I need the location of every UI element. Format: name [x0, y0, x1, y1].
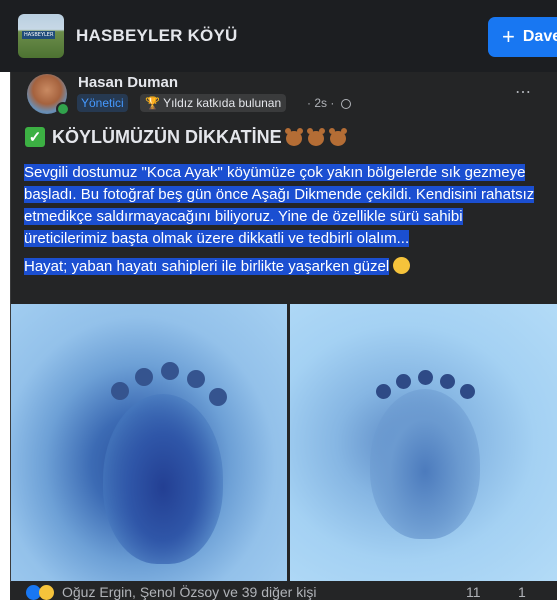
bear-face-icon [306, 127, 326, 147]
group-thumbnail-tag: HASBEYLER [22, 31, 56, 39]
post-paragraph-1: Sevgili dostumuz "Koca Ayak" köyümüze ço… [24, 164, 535, 247]
post-card: Hasan Duman Yönetici 🏆 Yıldız katkıda bu… [10, 72, 557, 600]
bear-face-icon [328, 127, 348, 147]
post-paragraph-2: Hayat; yaban hayatı sahipleri ile birlik… [24, 258, 390, 275]
contributor-badge-label: Yıldız katkıda bulunan [163, 96, 282, 110]
toe-mark [187, 370, 205, 388]
contributor-badge: 🏆 Yıldız katkıda bulunan [140, 94, 287, 112]
more-options-icon[interactable]: ⋯ [515, 82, 531, 102]
toe-mark [161, 362, 179, 380]
reaction-names[interactable]: Oğuz Ergin, Şenol Özsoy ve 39 diğer kişi [62, 584, 316, 600]
wow-reaction-icon [39, 585, 54, 600]
author-name[interactable]: Hasan Duman [78, 74, 178, 91]
toe-mark [418, 370, 433, 385]
post-body: Sevgili dostumuz "Koca Ayak" köyümüze ço… [24, 162, 549, 284]
group-thumbnail[interactable]: HASBEYLER [18, 14, 64, 58]
role-badge: Yönetici [77, 94, 128, 112]
plus-icon: + [502, 24, 515, 49]
toe-mark [460, 384, 475, 399]
footprint-shape [103, 394, 223, 564]
footprint-shape [370, 389, 480, 539]
toe-mark [376, 384, 391, 399]
share-count[interactable]: 1 [518, 584, 526, 600]
post-title-text: KÖYLÜMÜZÜN DİKKATİNE [52, 126, 282, 147]
toe-mark [440, 374, 455, 389]
toe-mark [396, 374, 411, 389]
globe-icon [341, 99, 351, 109]
group-header: HASBEYLER HASBEYLER KÖYÜ + Dave [0, 0, 557, 72]
check-icon: ✓ [25, 127, 45, 147]
comment-count[interactable]: 11 [466, 584, 481, 600]
join-button-label: Dave [522, 28, 557, 45]
photo-footprint-left[interactable] [11, 304, 287, 581]
join-group-button[interactable]: + Dave [488, 17, 557, 57]
smiling-face-icon [393, 257, 411, 274]
trophy-icon: 🏆 [145, 96, 160, 110]
post-title: ✓ KÖYLÜMÜZÜN DİKKATİNE [25, 124, 348, 150]
online-status-icon [56, 102, 70, 116]
bear-face-icon [284, 127, 304, 147]
post-timestamp[interactable]: · 2s · [307, 96, 334, 110]
reaction-bar: Oğuz Ergin, Şenol Özsoy ve 39 diğer kişi… [10, 582, 557, 600]
toe-mark [111, 382, 129, 400]
group-name[interactable]: HASBEYLER KÖYÜ [76, 26, 238, 46]
toe-mark [209, 388, 227, 406]
toe-mark [135, 368, 153, 386]
photo-footprint-right[interactable] [290, 304, 557, 581]
